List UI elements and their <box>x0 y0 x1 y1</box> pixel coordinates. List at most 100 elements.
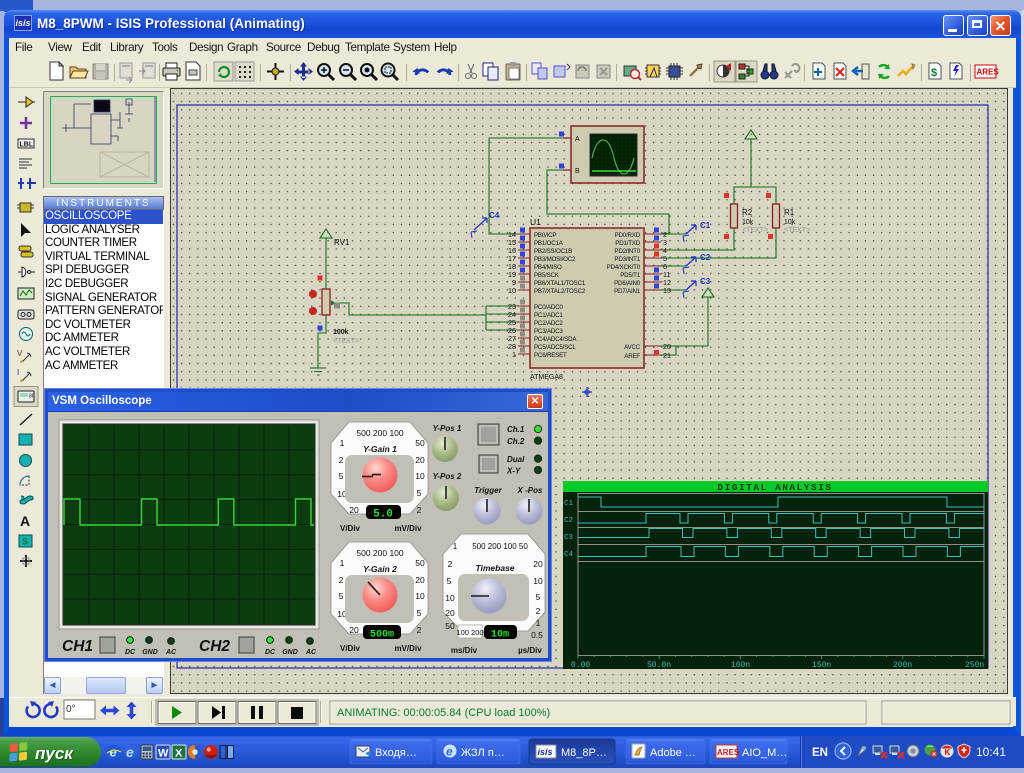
svg-text:50: 50 <box>415 438 425 448</box>
svg-text:Adobe …: Adobe … <box>650 747 696 759</box>
svg-text:V/Div: V/Div <box>340 524 361 533</box>
svg-text:PC4/ADC4/SDA: PC4/ADC4/SDA <box>534 336 577 343</box>
svg-text:S: S <box>22 537 28 547</box>
svg-text:13: 13 <box>663 286 671 295</box>
svg-text:20: 20 <box>533 559 543 569</box>
svg-text:C3: C3 <box>564 534 574 542</box>
svg-text:1: 1 <box>536 618 541 628</box>
svg-text:U1: U1 <box>530 217 541 227</box>
svg-text:<TEXT>: <TEXT> <box>742 227 768 234</box>
svg-text:50.0n: 50.0n <box>647 661 671 669</box>
svg-text:10: 10 <box>445 593 455 603</box>
svg-text:Y-Gain 1: Y-Gain 1 <box>363 444 397 454</box>
svg-text:K: K <box>945 748 951 757</box>
svg-text:C4: C4 <box>564 551 574 559</box>
svg-text:2: 2 <box>417 505 422 515</box>
svg-text:mV/Div: mV/Div <box>394 644 422 653</box>
svg-text:PC6/RESET: PC6/RESET <box>534 352 567 359</box>
svg-text:Timebase: Timebase <box>475 563 514 573</box>
svg-text:X: X <box>175 748 183 760</box>
svg-text:5: 5 <box>417 608 422 618</box>
svg-text:C1: C1 <box>700 221 711 230</box>
svg-text:V/Div: V/Div <box>340 644 361 653</box>
svg-text:CH2: CH2 <box>199 638 230 655</box>
svg-text:R2: R2 <box>742 208 753 217</box>
svg-text:88: 88 <box>29 394 35 400</box>
svg-text:150n: 150n <box>812 661 831 669</box>
svg-text:e: e <box>126 744 134 760</box>
svg-text:20: 20 <box>415 575 425 585</box>
svg-text:DIGITAL ANALYSIS: DIGITAL ANALYSIS <box>717 482 832 493</box>
svg-text:PB3/MOSI/OC2: PB3/MOSI/OC2 <box>534 256 576 263</box>
svg-text:5: 5 <box>417 488 422 498</box>
svg-text:20: 20 <box>663 342 671 351</box>
svg-text:PD6/AIN0: PD6/AIN0 <box>614 280 641 287</box>
svg-text:V: V <box>17 349 23 358</box>
svg-text:0.5: 0.5 <box>531 630 543 640</box>
svg-text:20: 20 <box>349 505 359 515</box>
svg-text:500 200 100 50: 500 200 100 50 <box>472 542 528 551</box>
svg-text:Y-Gain 2: Y-Gain 2 <box>363 564 397 574</box>
svg-text:500m: 500m <box>370 630 394 641</box>
svg-text:PD3/INT1: PD3/INT1 <box>614 256 640 263</box>
svg-text:5: 5 <box>536 592 541 602</box>
svg-text:C2: C2 <box>700 253 711 262</box>
svg-text:5.0: 5.0 <box>373 509 393 521</box>
svg-text:AC: AC <box>165 649 177 656</box>
svg-text:PD7/AIN1: PD7/AIN1 <box>614 288 641 295</box>
svg-text:PD2/INT0: PD2/INT0 <box>614 248 640 255</box>
svg-text:пуск: пуск <box>35 744 74 763</box>
svg-text:PB2/SS/OC1B: PB2/SS/OC1B <box>534 248 572 255</box>
svg-text:LBL: LBL <box>20 142 34 149</box>
svg-text:ЖЗЛ п…: ЖЗЛ п… <box>461 747 505 759</box>
svg-text:1: 1 <box>512 350 516 359</box>
svg-text:100k: 100k <box>333 329 349 336</box>
svg-text:C3: C3 <box>700 277 711 286</box>
svg-text:R1: R1 <box>784 208 795 217</box>
svg-text:100n: 100n <box>731 661 750 669</box>
svg-text:<TEXT>: <TEXT> <box>784 227 810 234</box>
svg-text:50: 50 <box>445 621 455 631</box>
svg-text:Входя…: Входя… <box>375 747 417 759</box>
svg-text:50: 50 <box>415 558 425 568</box>
svg-text:Trigger: Trigger <box>474 486 502 495</box>
svg-text:ATMEGA8: ATMEGA8 <box>530 374 563 381</box>
svg-text:I: I <box>17 368 19 377</box>
svg-text:10:41: 10:41 <box>976 745 1006 759</box>
svg-text:EN: EN <box>812 747 828 759</box>
svg-text:PB4/MISO: PB4/MISO <box>534 264 562 271</box>
svg-text:2: 2 <box>417 625 422 635</box>
svg-text:PB0/ICP: PB0/ICP <box>534 232 556 239</box>
svg-text:Y-Pos 2: Y-Pos 2 <box>433 472 462 481</box>
svg-text:2: 2 <box>339 575 344 585</box>
svg-text:PD4/XCK/T0: PD4/XCK/T0 <box>607 264 641 271</box>
svg-text:C1: C1 <box>564 500 574 508</box>
svg-text:PC5/ADC5/SCL: PC5/ADC5/SCL <box>534 344 576 351</box>
svg-text:C4: C4 <box>489 211 500 220</box>
svg-text:10: 10 <box>508 286 516 295</box>
svg-text:AREF: AREF <box>624 353 640 360</box>
svg-text:5: 5 <box>339 471 344 481</box>
svg-text:X-Y: X-Y <box>506 467 521 476</box>
svg-text:X -Pos: X -Pos <box>517 486 543 495</box>
svg-text:ARES: ARES <box>977 68 1000 77</box>
svg-text:10: 10 <box>415 591 425 601</box>
svg-text:W: W <box>158 748 169 760</box>
svg-text:mV/Div: mV/Div <box>394 524 422 533</box>
svg-text:Dual: Dual <box>507 455 525 464</box>
svg-text:20: 20 <box>445 608 455 618</box>
svg-text:PC0/ADC0: PC0/ADC0 <box>534 304 563 311</box>
svg-text:AIO_M…: AIO_M… <box>742 747 787 759</box>
svg-text:0°: 0° <box>66 704 76 715</box>
svg-text:10k: 10k <box>784 219 796 226</box>
svg-text:100 200: 100 200 <box>456 628 483 637</box>
svg-text:C2: C2 <box>564 517 573 525</box>
svg-text:ms/Div: ms/Div <box>451 646 478 655</box>
svg-text:DC: DC <box>265 649 276 656</box>
svg-text:PB5/SCK: PB5/SCK <box>534 272 560 279</box>
svg-text:5: 5 <box>339 591 344 601</box>
svg-text:AVCC: AVCC <box>624 344 641 351</box>
svg-text:GND: GND <box>282 649 298 656</box>
svg-text:e: e <box>110 745 117 760</box>
svg-text:A: A <box>575 136 580 143</box>
